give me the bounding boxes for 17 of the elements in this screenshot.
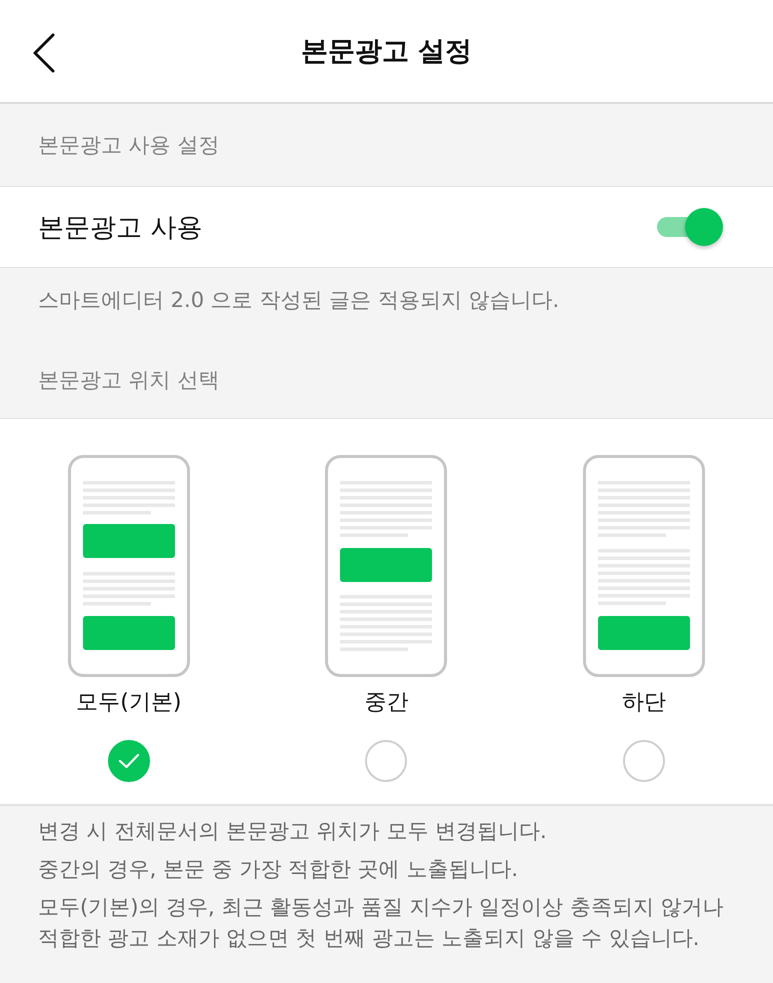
section-heading: 본문광고 위치 선택 — [37, 367, 220, 394]
info-note: 스마트에디터 2.0 으로 작성된 글은 적용되지 않습니다. — [37, 287, 560, 314]
option-label: 중간 — [364, 689, 408, 717]
check-icon — [118, 753, 140, 769]
radio-button[interactable] — [623, 740, 666, 782]
setting-label: 본문광고 사용 — [38, 212, 202, 244]
info-note: 변경 시 전체문서의 본문광고 위치가 모두 변경됩니다. — [38, 818, 548, 845]
toggle-switch[interactable] — [655, 207, 725, 247]
option-label: 하단 — [622, 689, 666, 717]
radio-button[interactable] — [108, 740, 150, 782]
back-icon — [32, 33, 56, 73]
info-note: 중간의 경우, 본문 중 가장 적합한 곳에 노출됩니다. — [38, 856, 520, 883]
page-title: 본문광고 설정 — [300, 35, 472, 69]
info-note: 모두(기본)의 경우, 최근 활동성과 품질 지수가 일정이상 충족되지 않거나 적합한 광고 소재가 없으면 첫 번째 광고는 노출되지 않을 수 있습니다. — [38, 894, 724, 952]
section-heading: 본문광고 사용 설정 — [37, 132, 220, 159]
option-label: 모두(기본) — [76, 689, 182, 717]
radio-button[interactable] — [365, 740, 408, 782]
